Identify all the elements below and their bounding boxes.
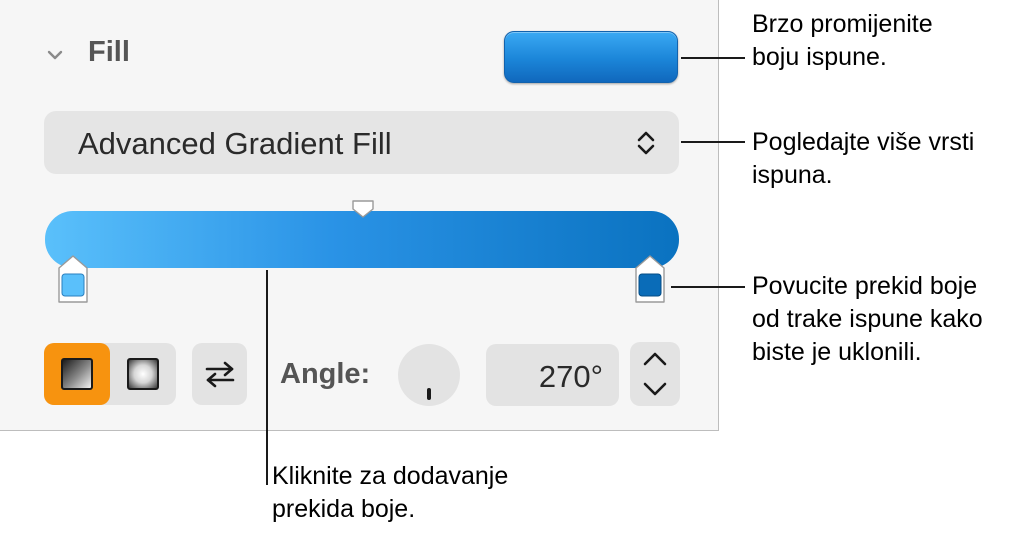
callout-leader-color-well (681, 57, 745, 59)
angle-decrement-button[interactable] (630, 374, 680, 406)
angle-value: 270° (538, 359, 603, 394)
fill-type-dropdown[interactable]: Advanced Gradient Fill (44, 111, 679, 174)
chevron-down-icon (643, 382, 667, 396)
callout-line: boju ispune. (752, 43, 887, 71)
callout-line: prekida boje. (272, 495, 416, 523)
gradient-midpoint-handle[interactable] (351, 199, 375, 219)
chevron-up-icon (643, 352, 667, 366)
callout-color-well: Brzo promijenite boju ispune. (752, 8, 933, 74)
gradient-bar[interactable] (45, 211, 679, 268)
gradient-type-segmented-control (44, 343, 176, 405)
color-well-button[interactable] (504, 31, 678, 83)
callout-leader-color-stop (671, 286, 745, 288)
angle-stepper (630, 342, 680, 406)
callout-line: Kliknite za dodavanje (272, 462, 509, 490)
swap-arrows-icon (205, 361, 235, 388)
angle-input[interactable]: 270° (486, 344, 619, 406)
callout-gradient-bar: Kliknite za dodavanje prekida boje. (272, 460, 508, 526)
callout-line: Pogledajte više vrsti (752, 128, 975, 156)
section-title: Fill (88, 36, 130, 68)
up-down-chevron-icon (637, 131, 655, 155)
angle-dial-indicator (427, 388, 431, 400)
callout-line: ispuna. (752, 161, 833, 189)
radial-gradient-button[interactable] (110, 343, 176, 405)
callout-leader-fill-type (681, 141, 745, 143)
fill-type-label: Advanced Gradient Fill (78, 126, 392, 161)
callout-line: Povucite prekid boje (752, 272, 978, 300)
linear-gradient-icon (61, 358, 93, 390)
callout-line: od trake ispune kako (752, 305, 983, 333)
color-stop-start[interactable] (56, 255, 90, 305)
callout-leader-gradient-bar (266, 270, 268, 485)
fill-inspector-panel: Fill Advanced Gradient Fill Angle: 270° (0, 0, 719, 431)
callout-line: Brzo promijenite (752, 10, 933, 38)
color-stop-end[interactable] (633, 255, 667, 305)
radial-gradient-icon (127, 358, 159, 390)
angle-label: Angle: (280, 358, 371, 390)
linear-gradient-button[interactable] (44, 343, 110, 405)
callout-fill-type: Pogledajte više vrsti ispuna. (752, 126, 974, 192)
callout-line: biste je uklonili. (752, 338, 922, 366)
swap-colors-button[interactable] (192, 343, 247, 405)
angle-dial[interactable] (398, 344, 460, 406)
chevron-down-icon[interactable] (44, 44, 66, 66)
angle-increment-button[interactable] (630, 342, 680, 374)
callout-color-stop: Povucite prekid boje od trake ispune kak… (752, 270, 983, 369)
